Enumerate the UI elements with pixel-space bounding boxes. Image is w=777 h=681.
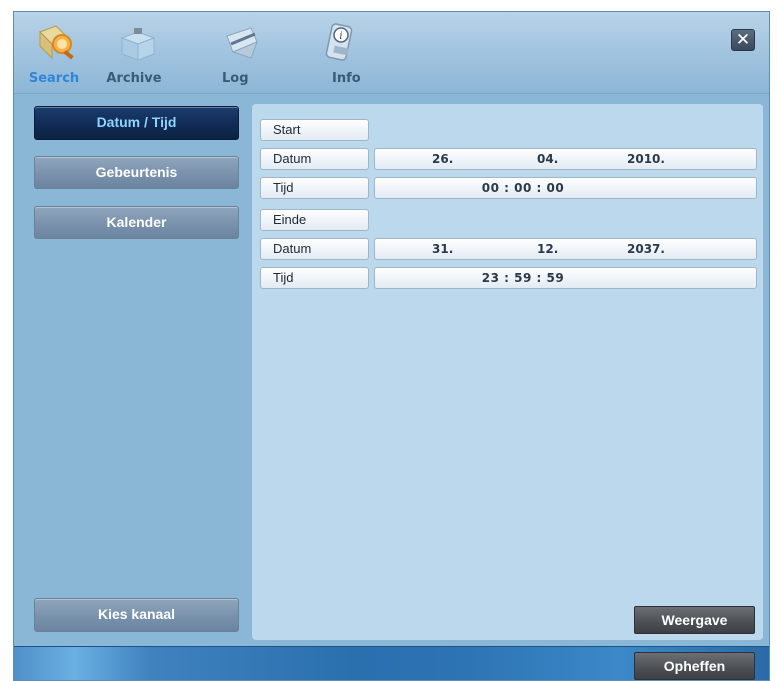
start-heading: Start (260, 119, 369, 141)
sidebar-item-date-time[interactable]: Datum / Tijd (34, 106, 239, 140)
sidebar-item-calendar[interactable]: Kalender (34, 206, 239, 239)
close-icon: ✕ (735, 30, 751, 49)
end-time-label: Tijd (260, 267, 369, 289)
sidebar-item-event[interactable]: Gebeurtenis (34, 156, 239, 189)
toolbar-info[interactable]: i Info (304, 20, 364, 94)
select-channel-button[interactable]: Kies kanaal (34, 598, 239, 632)
search-icon (36, 22, 78, 64)
end-day-field[interactable]: 31. (432, 239, 453, 259)
close-button[interactable]: ✕ (731, 29, 755, 51)
sidebar-item-label: Kalender (106, 214, 167, 230)
toolbar-log[interactable]: Log (209, 20, 269, 94)
cancel-button-label: Opheffen (663, 658, 726, 674)
start-time-label: Tijd (260, 177, 369, 199)
start-time-field[interactable]: 00 : 00 : 00 (374, 177, 757, 199)
start-month-field[interactable]: 04. (537, 149, 558, 169)
cancel-button[interactable]: Opheffen (634, 652, 755, 680)
start-year-field[interactable]: 2010. (627, 149, 665, 169)
toolbar-archive[interactable]: Archive (94, 20, 174, 94)
log-icon (221, 22, 263, 64)
start-day-field[interactable]: 26. (432, 149, 453, 169)
select-channel-label: Kies kanaal (97, 606, 176, 622)
end-date-label: Datum (260, 238, 369, 260)
sidebar-item-label: Datum / Tijd (96, 114, 177, 130)
start-date-field[interactable]: 26. 04. 2010. (374, 148, 757, 170)
info-icon: i (320, 22, 362, 64)
end-year-field[interactable]: 2037. (627, 239, 665, 259)
end-heading: Einde (260, 209, 369, 231)
archive-icon (116, 22, 158, 64)
end-date-field[interactable]: 31. 12. 2037. (374, 238, 757, 260)
end-time-field[interactable]: 23 : 59 : 59 (374, 267, 757, 289)
bottom-bar: Opheffen (14, 646, 769, 680)
start-time-value[interactable]: 00 : 00 : 00 (375, 178, 671, 198)
search-criteria-panel: Start Datum 26. 04. 2010. Tijd 00 : 00 :… (252, 104, 763, 640)
toolbar-search[interactable]: Search (14, 20, 94, 94)
end-time-value[interactable]: 23 : 59 : 59 (375, 268, 671, 288)
search-dialog: Search Archive Log i Info ✕ Datum / Tijd… (13, 11, 770, 681)
view-button-label: Weergave (661, 612, 728, 628)
start-date-label: Datum (260, 148, 369, 170)
svg-text:i: i (339, 31, 342, 42)
sidebar-item-label: Gebeurtenis (95, 164, 178, 180)
view-button[interactable]: Weergave (634, 606, 755, 634)
end-month-field[interactable]: 12. (537, 239, 558, 259)
top-toolbar: Search Archive Log i Info ✕ (14, 12, 769, 94)
